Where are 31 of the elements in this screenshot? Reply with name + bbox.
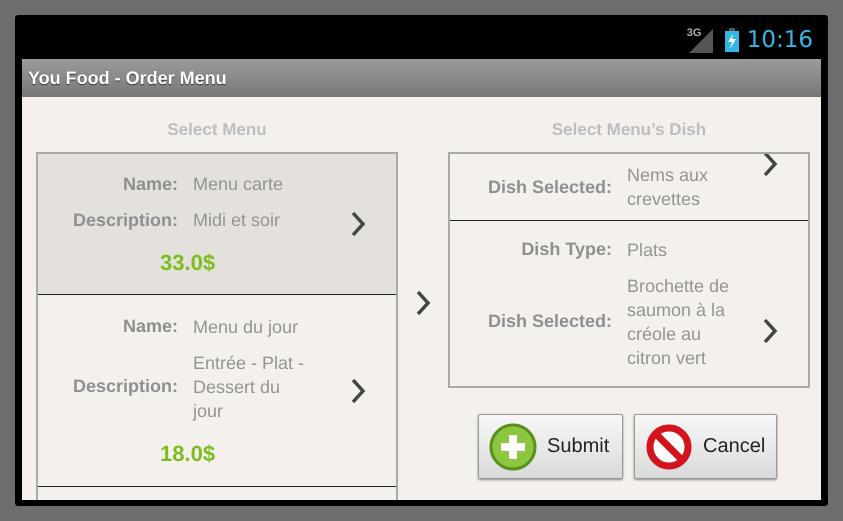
add-icon: [489, 422, 537, 470]
menu-item[interactable]: Name: Menu carte Description: Midi et soir 33.0$: [38, 154, 396, 295]
field-value: Nems aux crevettes: [627, 164, 710, 211]
field-value: Menu du jour: [193, 316, 300, 338]
field-value: Midi et soir: [193, 209, 282, 232]
field-value: Menu carte: [193, 173, 284, 196]
field-label: Dish Type:: [520, 239, 612, 260]
field-label: Dish Selected:: [486, 176, 612, 198]
field-value: Brochette de saumon à la créole au citron vert: [627, 274, 730, 370]
menu-item[interactable]: Name: Menu du jour Description: Entrée - Plat - Dessert du jour 18.0$: [38, 295, 396, 487]
field-label: Name:: [122, 174, 178, 194]
cancel-button[interactable]: Cancel: [634, 414, 777, 479]
chevron-icon: [762, 154, 778, 178]
app-title: You Food - Order Menu: [28, 68, 227, 88]
submit-button[interactable]: Submit: [478, 414, 623, 479]
chevron-icon: [762, 316, 778, 345]
clock-time: 10:16: [746, 27, 813, 53]
battery-icon: [724, 28, 739, 52]
menu-price: 18.0$: [159, 440, 216, 466]
field-label: Name:: [122, 316, 178, 337]
field-label: Dish Selected:: [486, 311, 612, 332]
chevron-icon: [350, 210, 366, 238]
field-value: Plats: [627, 238, 668, 262]
field-label: Description:: [72, 210, 178, 230]
field-label: Description:: [72, 376, 178, 397]
menu-price: 33.0$: [159, 250, 216, 276]
field-value: Entrée - Plat - Dessert du jour: [193, 352, 306, 422]
network-type: 3G: [686, 27, 702, 39]
chevron-icon: [350, 376, 366, 404]
cancel-icon: [645, 422, 693, 470]
chevron-icon: [415, 289, 431, 317]
